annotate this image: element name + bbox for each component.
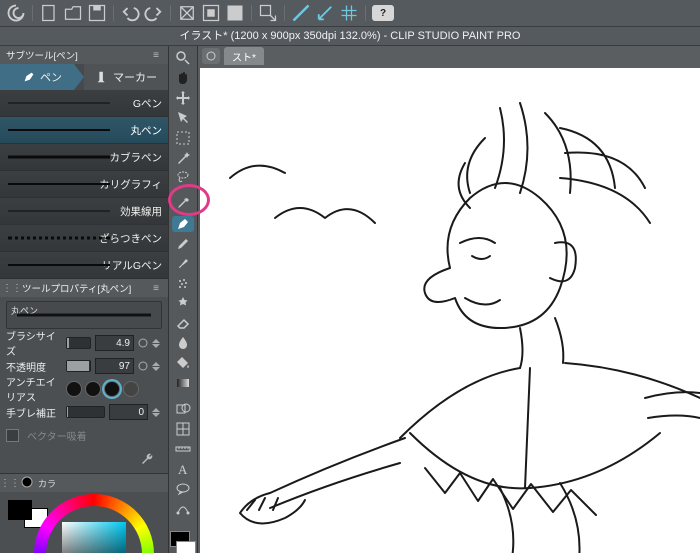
- tab-marker[interactable]: マーカー: [84, 64, 168, 90]
- subtool-header-label: サブツール[ペン]: [6, 48, 78, 62]
- text-icon[interactable]: A: [172, 461, 194, 478]
- brush-size-value[interactable]: 4.9: [95, 335, 134, 351]
- magnify-icon[interactable]: [172, 50, 194, 67]
- fill-icon[interactable]: [225, 4, 245, 22]
- open-icon[interactable]: [63, 4, 83, 22]
- tab-pen[interactable]: ペン: [0, 64, 84, 90]
- aa-option-strong[interactable]: [123, 381, 139, 397]
- lasso-icon[interactable]: [172, 169, 194, 186]
- opacity-stepper[interactable]: [152, 359, 162, 373]
- brush-size-stepper[interactable]: [152, 336, 162, 350]
- toolprop-header-label: ツールプロパティ[丸ペン]: [22, 281, 131, 295]
- airbrush-icon[interactable]: [172, 275, 194, 292]
- delete-icon[interactable]: [177, 4, 197, 22]
- correct-line-icon[interactable]: [172, 500, 194, 517]
- save-icon[interactable]: [87, 4, 107, 22]
- document-tab[interactable]: スト*: [224, 47, 264, 65]
- svg-text:A: A: [178, 462, 188, 477]
- new-icon[interactable]: [39, 4, 59, 22]
- window-title: イラスト* (1200 x 900px 350dpi 132.0%) - CLI…: [0, 27, 700, 46]
- opacity-slider[interactable]: [66, 360, 91, 372]
- operation-icon[interactable]: [172, 110, 194, 127]
- subtool-item-effect[interactable]: 効果線用: [0, 198, 168, 225]
- doc-menu-icon[interactable]: [202, 48, 220, 64]
- color-tab[interactable]: [20, 476, 34, 491]
- clear-outside-icon[interactable]: [201, 4, 221, 22]
- figure-icon[interactable]: [172, 401, 194, 418]
- toolbar-swatch[interactable]: [170, 527, 196, 553]
- blend-icon[interactable]: [172, 335, 194, 352]
- subtool-item-calligraphy[interactable]: カリグラフィ: [0, 171, 168, 198]
- subtool-item-kabura[interactable]: カブラペン: [0, 144, 168, 171]
- antialias-label: アンチエイリアス: [6, 374, 62, 404]
- snap-special-icon[interactable]: [315, 4, 335, 22]
- stabilize-stepper[interactable]: [152, 405, 162, 419]
- subtool-list: Gペン 丸ペン カブラペン カリグラフィ 効果線用 ざらつきペン リアルGペン: [0, 90, 168, 279]
- stabilize-label: 手ブレ補正: [6, 405, 62, 420]
- pencil-icon[interactable]: [172, 235, 194, 252]
- brush-size-label: ブラシサイズ: [6, 328, 62, 358]
- hand-icon[interactable]: [172, 70, 194, 87]
- subtool-panel-header: サブツール[ペン] ≡: [0, 46, 168, 64]
- aa-option-none[interactable]: [66, 381, 82, 397]
- move-icon[interactable]: [172, 90, 194, 107]
- brush-preview: 丸ペン: [6, 301, 162, 329]
- pressure-icon[interactable]: [138, 337, 148, 349]
- eraser-icon[interactable]: [172, 315, 194, 332]
- subtool-item-realg[interactable]: リアルGペン: [0, 252, 168, 279]
- panel-menu-icon[interactable]: ≡: [150, 49, 162, 61]
- scale-icon[interactable]: [258, 4, 278, 22]
- undo-icon[interactable]: [120, 4, 140, 22]
- help-button[interactable]: ?: [372, 5, 394, 21]
- aa-option-weak[interactable]: [85, 381, 101, 397]
- decoration-icon[interactable]: [172, 295, 194, 312]
- color-tab-label: カラ: [38, 477, 56, 490]
- panel-grip-icon[interactable]: ⋮⋮: [4, 477, 16, 489]
- frame-icon[interactable]: [172, 421, 194, 438]
- panel-menu-icon[interactable]: ≡: [150, 282, 162, 294]
- eyedropper-icon[interactable]: [172, 196, 194, 213]
- snap-grid-icon[interactable]: [339, 4, 359, 22]
- foreground-swatch[interactable]: [8, 500, 32, 520]
- toolprop-panel-header: ⋮⋮ ツールプロパティ[丸ペン] ≡: [0, 279, 168, 297]
- pen-tool-icon[interactable]: [172, 216, 194, 233]
- ruler-icon[interactable]: [172, 441, 194, 458]
- vector-snap-label: ベクター吸着: [27, 428, 87, 443]
- spiral-icon[interactable]: [6, 4, 26, 22]
- subtool-item-rough[interactable]: ざらつきペン: [0, 225, 168, 252]
- subtool-item-marupen[interactable]: 丸ペン: [0, 117, 168, 144]
- top-toolbar: ?: [0, 0, 700, 27]
- brush-size-slider[interactable]: [66, 337, 91, 349]
- snap-ruler-icon[interactable]: [291, 4, 311, 22]
- spanner-icon[interactable]: [140, 451, 156, 467]
- brush-icon[interactable]: [172, 255, 194, 272]
- subtool-item-gpen[interactable]: Gペン: [0, 90, 168, 117]
- stabilize-value[interactable]: 0: [109, 404, 148, 420]
- fill-tool-icon[interactable]: [172, 354, 194, 371]
- balloon-icon[interactable]: [172, 480, 194, 497]
- vector-snap-checkbox[interactable]: [6, 429, 19, 442]
- marquee-icon[interactable]: [172, 129, 194, 146]
- sv-box[interactable]: [62, 522, 126, 553]
- sketch-drawing: [200, 68, 700, 553]
- panel-grip-icon[interactable]: ⋮⋮: [6, 282, 18, 294]
- opacity-label: 不透明度: [6, 359, 62, 374]
- tool-column: A: [169, 46, 198, 553]
- aa-option-mid[interactable]: [104, 381, 120, 397]
- redo-icon[interactable]: [144, 4, 164, 22]
- stabilize-slider[interactable]: [66, 406, 105, 418]
- pressure-icon[interactable]: [138, 360, 148, 372]
- canvas[interactable]: [200, 68, 700, 553]
- gradient-icon[interactable]: [172, 374, 194, 391]
- opacity-value[interactable]: 97: [95, 358, 134, 374]
- wand-icon[interactable]: [172, 149, 194, 166]
